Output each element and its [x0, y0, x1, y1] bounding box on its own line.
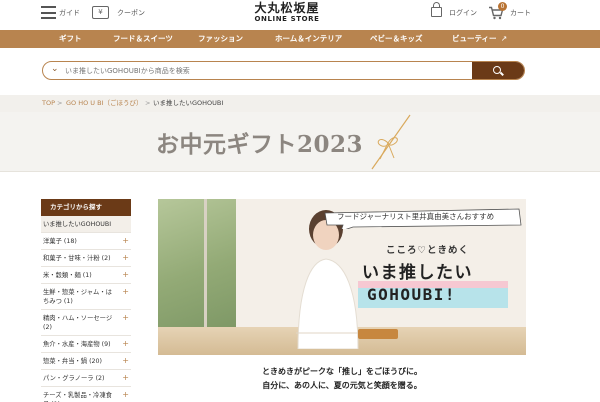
sidebar-item-label: パン・グラノーラ (2): [43, 375, 105, 382]
plus-icon[interactable]: +: [122, 373, 129, 382]
hero-banner[interactable]: フードジャーナリスト里井真由美さんおすすめ こころ♡ときめく いま推したい GO…: [158, 199, 526, 355]
category-sidebar: いま推したいGOHOUBI 洋菓子 (18) + 和菓子・甘味・汁粉 (2) + 米…: [41, 216, 131, 402]
sidebar-item-label: 米・穀類・麺 (1): [43, 272, 92, 279]
plus-icon[interactable]: +: [122, 313, 129, 322]
sidebar-item-cheese-dairy[interactable]: チーズ・乳製品・冷凍食品 (1) +: [41, 387, 131, 402]
nav-item-food-sweets[interactable]: フード＆スイーツ: [113, 30, 173, 48]
breadcrumb: TOP > GO HO U BI（ごほうび） > いま推したいGOHOUBI: [0, 95, 600, 112]
store-logo[interactable]: 大丸松坂屋 ONLINE STORE: [247, 2, 327, 24]
banner-copy-line1: ときめきがピークな「推し」をごほうびに。: [262, 367, 422, 376]
breadcrumb-top[interactable]: TOP: [42, 95, 55, 112]
menu-icon[interactable]: [41, 6, 56, 19]
search-icon: [493, 66, 501, 74]
cart-count-badge: 0: [498, 2, 507, 11]
coupon-link[interactable]: クーポン: [117, 8, 145, 18]
banner-oshi-text: いま推したい: [362, 263, 473, 283]
sidebar-item-label: 和菓子・甘味・汁粉 (2): [43, 255, 111, 262]
sidebar-heading: カテゴリから探す: [41, 199, 131, 216]
plus-icon[interactable]: +: [122, 390, 129, 399]
sidebar-item-fresh-jam-honey[interactable]: 生鮮・惣菜・ジャム・はちみつ (1) +: [41, 284, 131, 310]
breadcrumb-gohoubi[interactable]: GO HO U BI（ごほうび）: [66, 95, 143, 112]
sidebar-item-label: 魚介・水産・海産物 (9): [43, 341, 111, 348]
sidebar-item-label: いま推したいGOHOUBI: [43, 221, 112, 228]
sidebar-item-seafood[interactable]: 魚介・水産・海産物 (9) +: [41, 336, 131, 353]
sidebar-item-bread-granola[interactable]: パン・グラノーラ (2) +: [41, 370, 131, 387]
nav-item-fashion[interactable]: ファッション: [198, 30, 243, 48]
sidebar-item-label: チーズ・乳製品・冷凍食品 (1): [43, 392, 112, 402]
search-bar: ⌄: [42, 61, 525, 80]
login-link[interactable]: ログイン: [449, 8, 477, 18]
site-header: ガイド ¥ クーポン 大丸松坂屋 ONLINE STORE ログイン 0 カート: [0, 0, 600, 30]
breadcrumb-separator: >: [57, 99, 63, 107]
plus-icon[interactable]: +: [122, 270, 129, 279]
page-title: お中元ギフト2023: [156, 131, 364, 158]
lock-icon[interactable]: [431, 2, 442, 17]
main-nav: ギフト フード＆スイーツ ファッション ホーム＆インテリア ベビー＆キッズ ビュ…: [0, 30, 600, 48]
plus-icon[interactable]: +: [122, 253, 129, 262]
logo-en: ONLINE STORE: [254, 15, 320, 23]
plus-icon[interactable]: +: [122, 236, 129, 245]
banner-kokoro-text: こころ♡ときめく: [386, 245, 470, 256]
sidebar-item-label: 生鮮・惣菜・ジャム・はちみつ (1): [43, 289, 112, 305]
search-button[interactable]: [472, 62, 524, 79]
sidebar-item-label: 惣菜・弁当・鍋 (20): [43, 358, 103, 365]
breadcrumb-current: いま推したいGOHOUBI: [153, 99, 224, 107]
coupon-icon[interactable]: ¥: [92, 6, 109, 19]
sidebar-item-meat-ham[interactable]: 精肉・ハム・ソーセージ (2) +: [41, 310, 131, 336]
sidebar-item-label: 精肉・ハム・ソーセージ (2): [43, 315, 113, 331]
banner-window-image: [158, 199, 236, 329]
cart-link[interactable]: カート: [510, 8, 531, 18]
sidebar-item-rice-noodles[interactable]: 米・穀類・麺 (1) +: [41, 267, 131, 284]
plus-icon[interactable]: +: [122, 356, 129, 365]
guide-link[interactable]: ガイド: [59, 8, 80, 18]
nav-item-beauty[interactable]: ビューティー: [452, 30, 497, 48]
logo-jp: 大丸松坂屋: [254, 1, 320, 15]
banner-food-image: [358, 329, 398, 339]
sidebar-item-japanese-sweets[interactable]: 和菓子・甘味・汁粉 (2) +: [41, 250, 131, 267]
banner-copy-line2: 自分に、あの人に、夏の元気と笑顔を贈る。: [262, 381, 422, 390]
nav-item-baby-kids[interactable]: ベビー＆キッズ: [370, 30, 423, 48]
banner-gohoubi-text: GOHOUBI!: [367, 285, 457, 304]
nav-item-home-interior[interactable]: ホーム＆インテリア: [275, 30, 342, 48]
search-input[interactable]: [65, 62, 465, 79]
sidebar-item-deli-bento[interactable]: 惣菜・弁当・鍋 (20) +: [41, 353, 131, 370]
sidebar-item-gohoubi[interactable]: いま推したいGOHOUBI: [41, 216, 131, 233]
nav-item-gift[interactable]: ギフト: [59, 30, 82, 48]
chevron-down-icon[interactable]: ⌄: [51, 64, 59, 74]
plus-icon[interactable]: +: [122, 339, 129, 348]
ribbon-decoration: [371, 114, 411, 170]
external-link-icon: ↗: [501, 34, 508, 43]
plus-icon[interactable]: +: [122, 287, 129, 296]
banner-bubble-text: フードジャーナリスト里井真由美さんおすすめ: [337, 212, 495, 221]
breadcrumb-separator: >: [145, 99, 151, 107]
sidebar-item-label: 洋菓子 (18): [43, 238, 77, 245]
sidebar-item-western-sweets[interactable]: 洋菓子 (18) +: [41, 233, 131, 250]
